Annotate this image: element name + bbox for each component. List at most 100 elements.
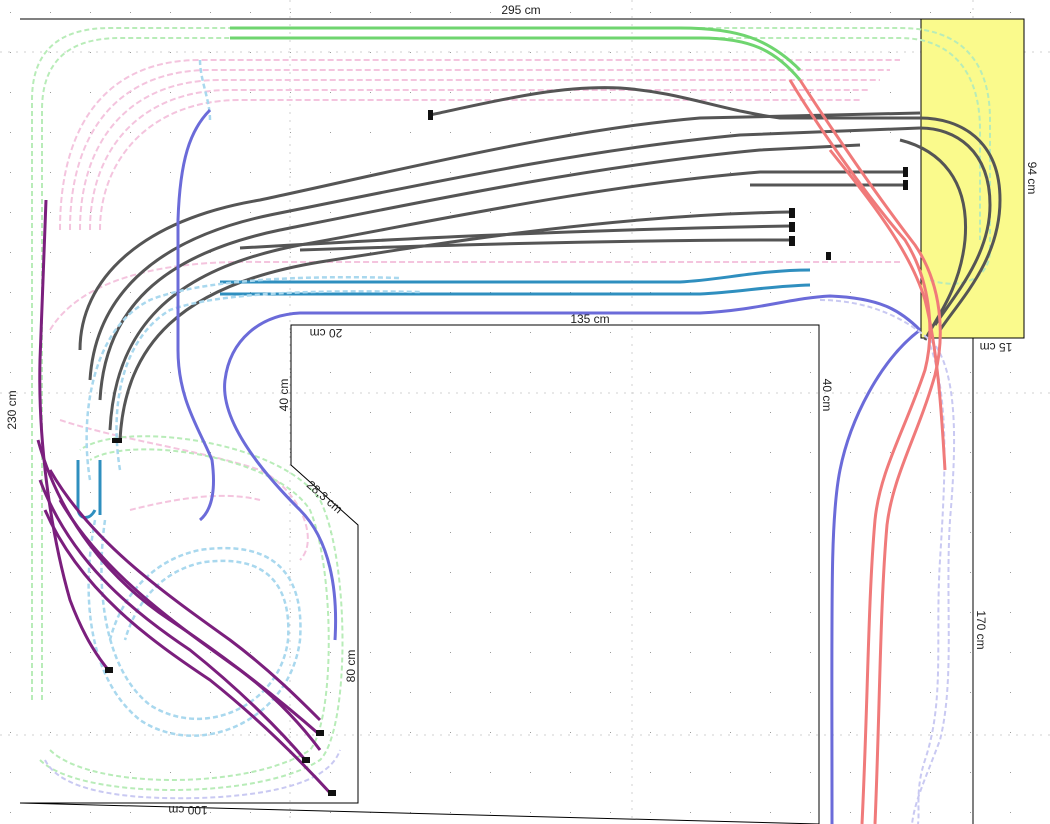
grid-dot: [10, 212, 11, 213]
grid-dot: [1010, 692, 1011, 693]
grid-dot: [570, 412, 571, 413]
grid-dot: [90, 332, 91, 333]
grid-dot: [690, 612, 691, 613]
grid-dot: [370, 12, 371, 13]
grid-dot: [690, 532, 691, 533]
grid-dot: [250, 572, 251, 573]
grid-dot: [530, 532, 531, 533]
grid-dot: [730, 92, 731, 93]
grid-dot: [490, 692, 491, 693]
grid-dot: [530, 772, 531, 773]
grid-dot: [370, 652, 371, 653]
grid-dot: [890, 292, 891, 293]
dim-inner-left-top: 20 cm: [310, 326, 343, 340]
grid-dot: [650, 652, 651, 653]
grid-dot: [730, 52, 731, 53]
grid-dot: [570, 772, 571, 773]
grid-dot: [330, 452, 331, 453]
grid-dot: [690, 652, 691, 653]
dim-yellow-height: 94 cm: [1025, 162, 1039, 195]
purple-track-6: [58, 499, 322, 751]
buffer-stop: [105, 667, 113, 673]
pink-track-8: [129, 494, 261, 511]
grid-dot: [50, 612, 51, 613]
dim-inner-right-side: 40 cm: [820, 379, 834, 412]
grid-dot: [530, 132, 531, 133]
grid-dot: [490, 732, 491, 733]
grid-dot: [370, 772, 371, 773]
grid-dot: [650, 332, 651, 333]
grid-dot: [970, 652, 971, 653]
grid-dot: [50, 292, 51, 293]
grid-dot: [970, 532, 971, 533]
grid-dot: [130, 212, 131, 213]
grid-dot: [330, 732, 331, 733]
grid-dot: [610, 772, 611, 773]
grid-dot: [450, 812, 451, 813]
grid-dot: [50, 452, 51, 453]
grid-dot: [130, 332, 131, 333]
grid-dot: [130, 172, 131, 173]
grid-dot: [650, 772, 651, 773]
grid-dot: [1010, 12, 1011, 13]
grid-dot: [570, 812, 571, 813]
grid-dot: [50, 692, 51, 693]
grid-dot: [690, 732, 691, 733]
grid-dot: [890, 52, 891, 53]
grid-dot: [290, 12, 291, 13]
grid-dot: [90, 172, 91, 173]
grid-dot: [90, 252, 91, 253]
light-blue-loops: [85, 59, 421, 737]
grid-dot: [290, 52, 291, 53]
grid-dot: [250, 612, 251, 613]
grid-dot: [970, 572, 971, 573]
grid-dot: [1010, 372, 1011, 373]
grid-dot: [890, 452, 891, 453]
dim-top: 295 cm: [501, 3, 540, 17]
grid-dot: [530, 652, 531, 653]
grid-dot: [250, 92, 251, 93]
grid-dot: [930, 612, 931, 613]
grid-dot: [730, 412, 731, 413]
grid-dot: [170, 132, 171, 133]
grid-dot: [970, 372, 971, 373]
grid-dot: [610, 412, 611, 413]
grid-dot: [530, 612, 531, 613]
grid-dot: [690, 772, 691, 773]
grid-dot: [930, 572, 931, 573]
grid-dot: [770, 812, 771, 813]
grid-dot: [530, 172, 531, 173]
grid-dot: [570, 52, 571, 53]
grid-dot: [810, 532, 811, 533]
grid-dot: [90, 212, 91, 213]
grid-dot: [10, 692, 11, 693]
grid-dot: [930, 372, 931, 373]
grid-dot: [370, 732, 371, 733]
grid-dot: [10, 732, 11, 733]
purple-track-5: [48, 469, 322, 722]
grid-dot: [10, 292, 11, 293]
grid-dot: [1010, 412, 1011, 413]
grid-dot: [450, 172, 451, 173]
grid-dot: [810, 412, 811, 413]
grid-dot: [50, 332, 51, 333]
pink-track-7: [59, 419, 309, 561]
grid-dot: [730, 172, 731, 173]
grid-dot: [250, 372, 251, 373]
dim-inner-left-side: 40 cm: [277, 379, 291, 412]
grid-dot: [50, 52, 51, 53]
grid-dot: [330, 52, 331, 53]
grid-dot: [130, 812, 131, 813]
grid-dot: [970, 612, 971, 613]
grid-dot: [650, 812, 651, 813]
grid-dot: [690, 332, 691, 333]
grid-dot: [210, 132, 211, 133]
grid-dot: [490, 612, 491, 613]
grid-dot: [450, 12, 451, 13]
grid-dot: [490, 212, 491, 213]
grid-dot: [810, 212, 811, 213]
grid-dot: [810, 732, 811, 733]
grid-dot: [210, 692, 211, 693]
grid-dot: [730, 452, 731, 453]
grid-dot: [530, 92, 531, 93]
